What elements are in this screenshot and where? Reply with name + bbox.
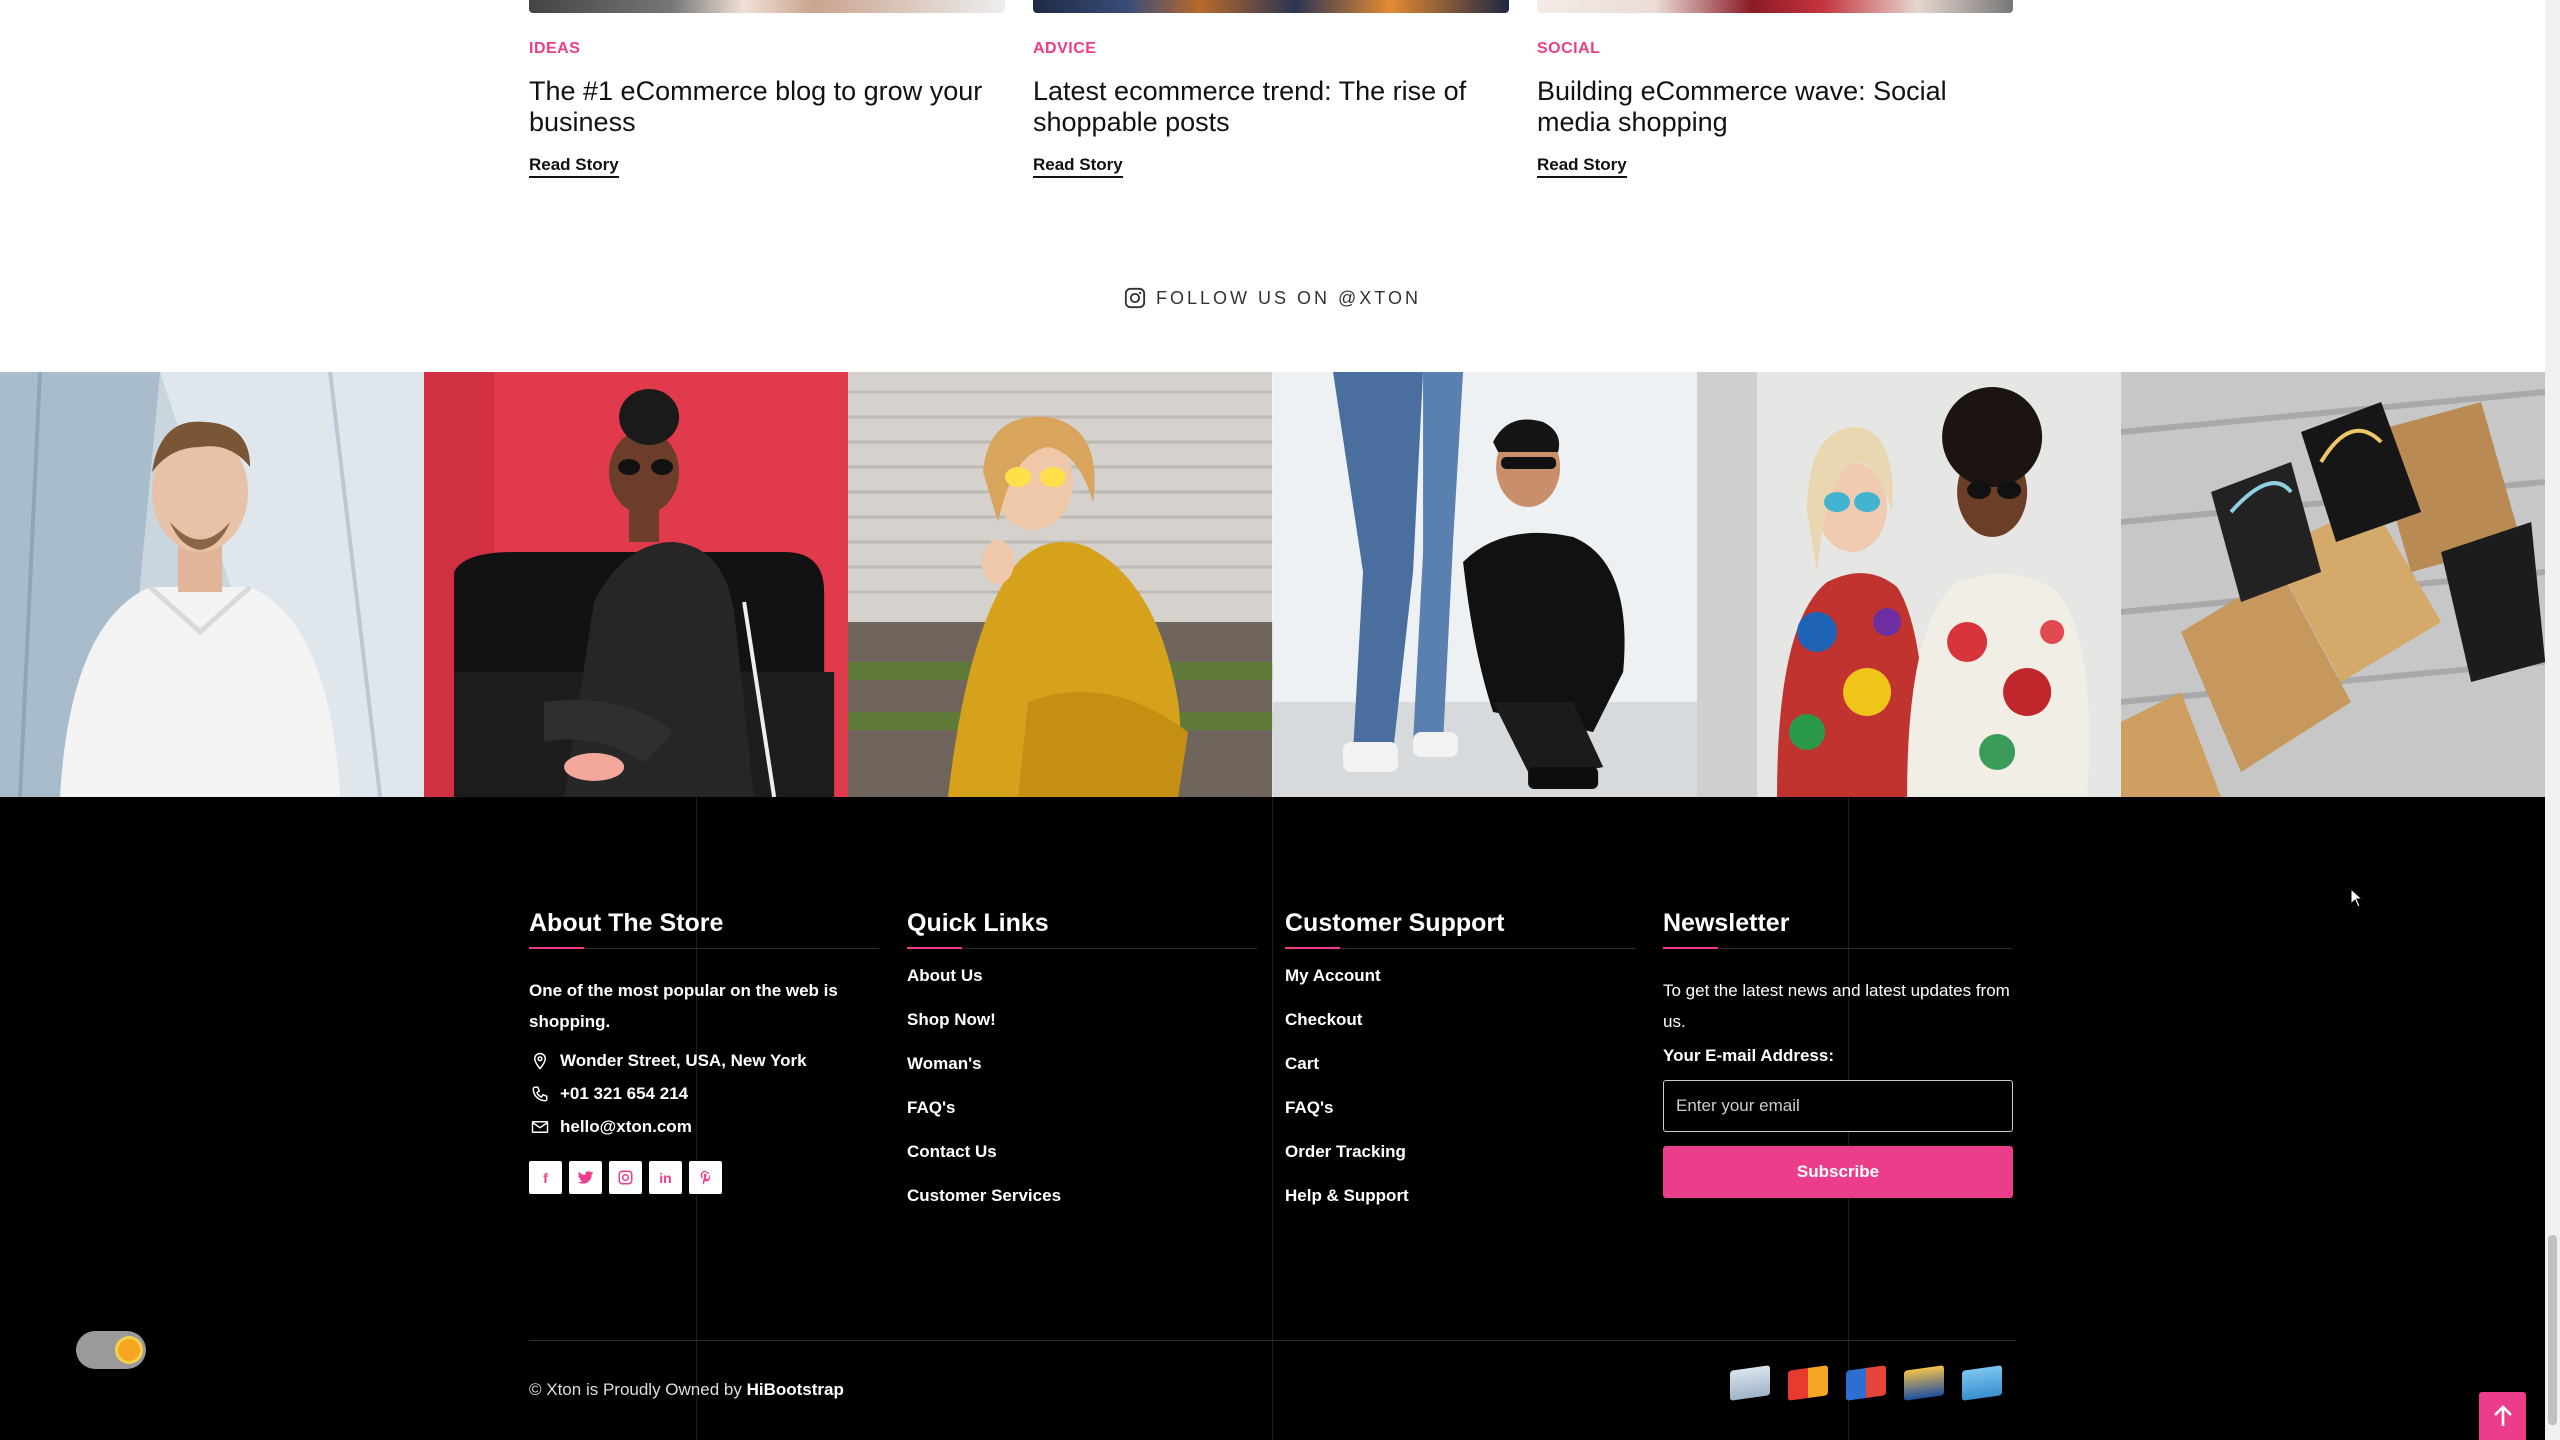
follow-us-label: FOLLOW US ON @XTON — [1156, 288, 1421, 308]
phone-text[interactable]: +01 321 654 214 — [560, 1084, 688, 1104]
photo-image — [1272, 372, 1697, 797]
visa-gold-card-icon — [1904, 1365, 1944, 1401]
visa-card-icon — [1730, 1365, 1770, 1401]
follow-us-heading[interactable]: FOLLOW US ON @XTON — [0, 287, 2545, 309]
arrow-up-icon — [2493, 1405, 2512, 1426]
read-story-link[interactable]: Read Story — [1033, 155, 1123, 178]
instagram-icon[interactable] — [609, 1161, 642, 1194]
back-to-top-button[interactable] — [2479, 1392, 2526, 1440]
about-description: One of the most popular on the web is sh… — [529, 981, 838, 1031]
copyright: © Xton is Proudly Owned by HiBootstrap — [529, 1380, 844, 1400]
email-label: Your E-mail Address: — [1663, 1046, 1834, 1065]
footer-about-column: About The Store One of the most popular … — [529, 909, 879, 1194]
blog-title[interactable]: Latest ecommerce trend: The rise of shop… — [1033, 76, 1509, 138]
photo-image — [0, 372, 425, 797]
support-link-checkout[interactable]: Checkout — [1285, 1010, 1635, 1030]
phone-row: +01 321 654 214 — [529, 1084, 879, 1104]
mouse-cursor-icon — [2350, 888, 2364, 908]
photo-image — [848, 372, 1273, 797]
footer-divider — [529, 1340, 2016, 1341]
blog-category[interactable]: ADVICE — [1033, 39, 1509, 59]
photo-image — [424, 372, 849, 797]
envelope-icon — [531, 1121, 549, 1133]
blog-card: IDEAS The #1 eCommerce blog to grow your… — [529, 0, 1005, 178]
quick-links-title: Quick Links — [907, 909, 1257, 949]
pinterest-icon[interactable] — [689, 1161, 722, 1194]
support-link-order-tracking[interactable]: Order Tracking — [1285, 1142, 1635, 1162]
blog-thumbnail[interactable] — [529, 0, 1005, 13]
footer-newsletter-column: Newsletter To get the latest news and la… — [1663, 909, 2013, 1198]
about-title: About The Store — [529, 909, 879, 949]
blog-category[interactable]: IDEAS — [529, 39, 1005, 59]
quick-link-shop-now[interactable]: Shop Now! — [907, 1010, 1257, 1030]
social-links: f in — [529, 1161, 879, 1194]
newsletter-title: Newsletter — [1663, 909, 2013, 949]
quick-link-faqs[interactable]: FAQ's — [907, 1098, 1257, 1118]
instagram-icon — [1124, 287, 1146, 309]
blog-title[interactable]: The #1 eCommerce blog to grow your busin… — [529, 76, 1005, 138]
page-scrollbar[interactable] — [2545, 0, 2560, 1440]
quick-links-list: About Us Shop Now! Woman's FAQ's Contact… — [907, 966, 1257, 1206]
map-pin-icon — [533, 1052, 547, 1070]
quick-link-womans[interactable]: Woman's — [907, 1054, 1257, 1074]
instagram-photo-man-white-polo[interactable] — [0, 372, 425, 797]
support-link-my-account[interactable]: My Account — [1285, 966, 1635, 986]
newsletter-text: To get the latest news and latest update… — [1663, 981, 2010, 1031]
facebook-icon[interactable]: f — [529, 1161, 562, 1194]
subscribe-button[interactable]: Subscribe — [1663, 1146, 2013, 1198]
read-story-link[interactable]: Read Story — [529, 155, 619, 178]
twitter-icon[interactable] — [569, 1161, 602, 1194]
blog-section: IDEAS The #1 eCommerce blog to grow your… — [0, 0, 2545, 372]
blog-category[interactable]: SOCIAL — [1537, 39, 2013, 59]
footer-support-column: Customer Support My Account Checkout Car… — [1285, 909, 1635, 1230]
copyright-text: © Xton is Proudly Owned by — [529, 1380, 742, 1399]
theme-toggle[interactable] — [76, 1331, 146, 1369]
linkedin-icon[interactable]: in — [649, 1161, 682, 1194]
quick-link-contact-us[interactable]: Contact Us — [907, 1142, 1257, 1162]
mastercard-icon — [1788, 1365, 1828, 1401]
site-footer: About The Store One of the most popular … — [0, 797, 2545, 1440]
instagram-photo-women-sunglasses-patterned[interactable] — [1696, 372, 2121, 797]
footer-quick-links-column: Quick Links About Us Shop Now! Woman's F… — [907, 909, 1257, 1230]
sun-icon — [118, 1339, 140, 1361]
email-row: hello@xton.com — [529, 1117, 879, 1137]
instagram-photo-shopping-bags[interactable] — [2120, 372, 2546, 797]
support-link-faqs[interactable]: FAQ's — [1285, 1098, 1635, 1118]
blog-card: SOCIAL Building eCommerce wave: Social m… — [1537, 0, 2013, 178]
scrollbar-thumb[interactable] — [2548, 1235, 2557, 1425]
copyright-brand-link[interactable]: HiBootstrap — [747, 1380, 844, 1399]
photo-image — [2120, 372, 2546, 797]
support-link-cart[interactable]: Cart — [1285, 1054, 1635, 1074]
newsletter-email-input[interactable] — [1663, 1080, 2013, 1132]
instagram-gallery — [0, 372, 2546, 797]
phone-icon — [532, 1086, 548, 1102]
support-title: Customer Support — [1285, 909, 1635, 949]
support-links-list: My Account Checkout Cart FAQ's Order Tra… — [1285, 966, 1635, 1206]
instagram-photo-couple-sitting-denim[interactable] — [1272, 372, 1697, 797]
read-story-link[interactable]: Read Story — [1537, 155, 1627, 178]
payment-cards — [1730, 1365, 2002, 1401]
maestro-card-icon — [1846, 1365, 1886, 1401]
blog-card: ADVICE Latest ecommerce trend: The rise … — [1033, 0, 1509, 178]
address-row: Wonder Street, USA, New York — [529, 1051, 879, 1071]
quick-link-customer-services[interactable]: Customer Services — [907, 1186, 1257, 1206]
support-link-help-support[interactable]: Help & Support — [1285, 1186, 1635, 1206]
divider — [1272, 797, 1273, 1440]
blog-thumbnail[interactable] — [1537, 0, 2013, 13]
email-text[interactable]: hello@xton.com — [560, 1117, 692, 1137]
quick-link-about-us[interactable]: About Us — [907, 966, 1257, 986]
blog-title[interactable]: Building eCommerce wave: Social media sh… — [1537, 76, 2013, 138]
instagram-photo-woman-pink-wall-sofa[interactable] — [424, 372, 849, 797]
photo-image — [1696, 372, 2121, 797]
amex-card-icon — [1962, 1365, 2002, 1401]
address-text: Wonder Street, USA, New York — [560, 1051, 807, 1070]
blog-thumbnail[interactable] — [1033, 0, 1509, 13]
instagram-photo-woman-yellow-dress[interactable] — [848, 372, 1273, 797]
